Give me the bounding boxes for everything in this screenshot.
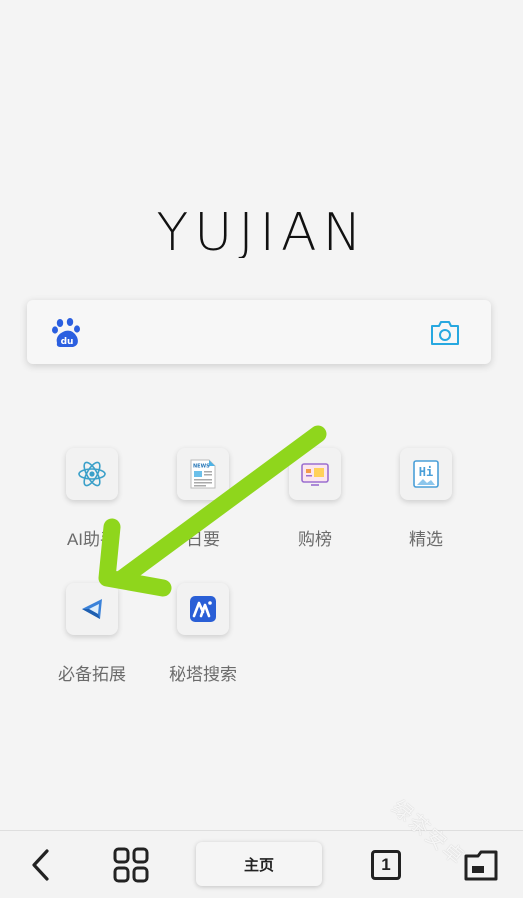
- shortcut-featured[interactable]: Hi 精选: [371, 448, 481, 550]
- shortcut-label: 日要: [186, 530, 220, 549]
- extension-icon: [66, 583, 118, 635]
- brand-logo: YUJIAN: [0, 198, 523, 258]
- svg-text:Hi: Hi: [419, 465, 433, 479]
- logo-text: YUJIAN: [157, 203, 367, 258]
- chevron-left-icon: [32, 849, 49, 881]
- search-bar[interactable]: du: [27, 300, 491, 364]
- shortcut-ai-assistant[interactable]: AI助手: [37, 448, 147, 550]
- svg-text:du: du: [61, 337, 74, 347]
- metaso-icon: [177, 583, 229, 635]
- camera-icon[interactable]: [429, 320, 461, 346]
- shortcut-label: 必备拓展: [58, 665, 126, 684]
- back-button[interactable]: [20, 845, 60, 885]
- svg-text:NEWS: NEWS: [193, 464, 210, 470]
- baidu-paw-icon[interactable]: du: [51, 317, 83, 349]
- grid-icon: [113, 847, 149, 883]
- shortcut-shopping-rank[interactable]: 购榜: [260, 448, 370, 550]
- hi-icon: Hi: [400, 448, 452, 500]
- shortcut-label: 精选: [409, 530, 443, 549]
- shortcut-label: 购榜: [298, 530, 332, 549]
- news-icon: NEWS: [177, 448, 229, 500]
- shortcut-metaso-search[interactable]: 秘塔搜索: [148, 583, 258, 685]
- shortcut-label: AI助手: [66, 530, 118, 549]
- home-button[interactable]: 主页: [196, 842, 322, 886]
- shortcut-essential-extensions[interactable]: 必备拓展: [37, 583, 147, 685]
- shortcut-label: 秘塔搜索: [169, 665, 237, 684]
- react-atom-icon: [66, 448, 118, 500]
- menu-button[interactable]: [111, 845, 151, 885]
- shopping-icon: [289, 448, 341, 500]
- tab-count-button[interactable]: 1: [371, 850, 401, 880]
- shortcut-daily-news[interactable]: NEWS 日要: [148, 448, 258, 550]
